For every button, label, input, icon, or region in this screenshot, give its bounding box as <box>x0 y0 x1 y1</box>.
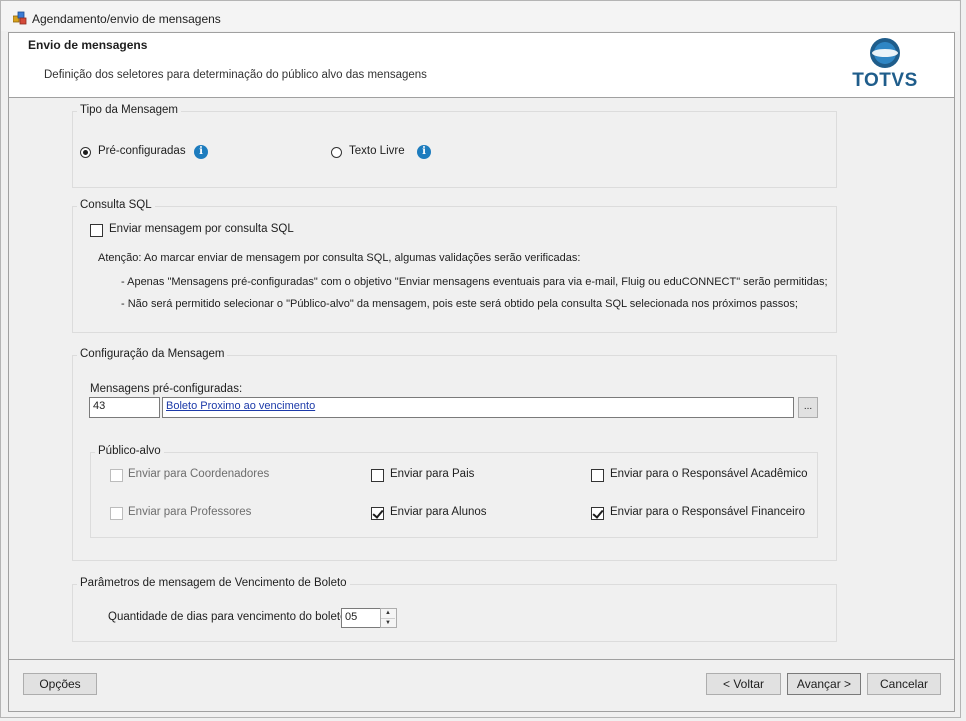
totvs-logo-text: TOTVS <box>852 70 918 91</box>
dias-vencimento-spinner[interactable]: ▲ ▼ <box>380 608 397 628</box>
cancel-button[interactable]: Cancelar <box>867 673 941 695</box>
checkbox-pais-label[interactable]: Enviar para Pais <box>390 468 474 480</box>
checkbox-alunos[interactable] <box>371 507 384 520</box>
group-consulta-sql-title: Consulta SQL <box>77 199 155 211</box>
radio-texto-livre-label[interactable]: Texto Livre <box>349 145 405 157</box>
dias-vencimento-input[interactable]: 05 <box>341 608 381 628</box>
message-description-field[interactable]: Boleto Proximo ao vencimento <box>162 397 794 418</box>
page-title: Envio de mensagens <box>28 38 148 52</box>
radio-pre-configuradas-label[interactable]: Pré-configuradas <box>98 145 186 157</box>
spin-down-icon[interactable]: ▼ <box>381 618 395 627</box>
checkbox-responsavel-academico-label[interactable]: Enviar para o Responsável Acadêmico <box>610 468 808 480</box>
group-tipo-mensagem <box>72 111 837 188</box>
options-button[interactable]: Opções <box>23 673 97 695</box>
info-icon[interactable]: i <box>417 145 431 159</box>
dias-vencimento-label: Quantidade de dias para vencimento do bo… <box>108 611 350 623</box>
message-code-input[interactable]: 43 <box>89 397 160 418</box>
back-button[interactable]: < Voltar <box>706 673 781 695</box>
sql-note-line-2: - Não será permitido selecionar o "Públi… <box>121 298 798 310</box>
checkbox-responsavel-academico[interactable] <box>591 469 604 482</box>
info-icon[interactable]: i <box>194 145 208 159</box>
radio-texto-livre[interactable] <box>331 147 342 158</box>
sql-note-title: Atenção: Ao marcar enviar de mensagem po… <box>98 252 581 264</box>
browse-button[interactable]: ... <box>798 397 818 418</box>
group-tipo-mensagem-title: Tipo da Mensagem <box>77 104 182 116</box>
group-configuracao-title: Configuração da Mensagem <box>77 348 228 360</box>
spin-up-icon[interactable]: ▲ <box>381 609 395 617</box>
mensagens-field-label: Mensagens pré-configuradas: <box>90 383 243 395</box>
checkbox-consulta-sql-label[interactable]: Enviar mensagem por consulta SQL <box>109 223 294 235</box>
page-subtitle: Definição dos seletores para determinaçã… <box>44 69 427 81</box>
wizard-header <box>9 33 954 97</box>
checkbox-coordenadores-label[interactable]: Enviar para Coordenadores <box>128 468 269 480</box>
checkbox-coordenadores[interactable] <box>110 469 123 482</box>
window-title: Agendamento/envio de mensagens <box>32 12 221 26</box>
checkbox-professores-label[interactable]: Enviar para Professores <box>128 506 251 518</box>
group-publico-alvo-title: Público-alvo <box>95 445 164 457</box>
message-description-link[interactable]: Boleto Proximo ao vencimento <box>166 400 315 412</box>
radio-pre-configuradas[interactable] <box>80 147 91 158</box>
checkbox-professores[interactable] <box>110 507 123 520</box>
checkbox-responsavel-financeiro[interactable] <box>591 507 604 520</box>
checkbox-responsavel-financeiro-label[interactable]: Enviar para o Responsável Financeiro <box>610 506 805 518</box>
next-button[interactable]: Avançar > <box>787 673 861 695</box>
checkbox-consulta-sql[interactable] <box>90 224 103 237</box>
group-parametros-title: Parâmetros de mensagem de Vencimento de … <box>77 577 350 589</box>
group-publico-alvo <box>90 452 818 538</box>
checkbox-alunos-label[interactable]: Enviar para Alunos <box>390 506 487 518</box>
checkbox-pais[interactable] <box>371 469 384 482</box>
app-icon <box>12 11 27 25</box>
sql-note-line-1: - Apenas "Mensagens pré-configuradas" co… <box>121 276 828 288</box>
